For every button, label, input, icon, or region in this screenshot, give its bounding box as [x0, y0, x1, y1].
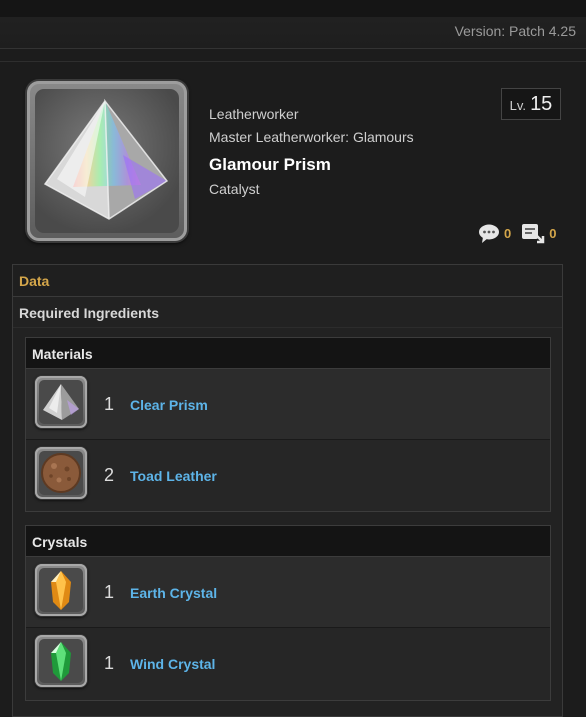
top-strip: [0, 0, 586, 17]
recipe-panel: Data Required Ingredients Materials 1 Cl…: [12, 264, 563, 717]
toad-leather-icon[interactable]: [35, 447, 87, 499]
level-value: 15: [530, 93, 553, 115]
crystals-title: Crystals: [32, 534, 88, 550]
ingredient-link[interactable]: Earth Crystal: [130, 585, 217, 601]
crystals-header: Crystals: [26, 526, 550, 557]
materials-group: Materials 1 Clear Prism 2 Toad Leather: [25, 337, 551, 512]
prism-icon: [27, 81, 187, 241]
item-name: Glamour Prism: [209, 155, 331, 174]
version-label: Version: Patch 4.25: [454, 23, 576, 39]
item-subcategory: Master Leatherworker: Glamours: [209, 129, 414, 145]
wind-crystal-icon[interactable]: [35, 635, 87, 687]
data-section-label: Data: [19, 273, 50, 289]
list-item[interactable]: 1 Earth Crystal: [26, 557, 550, 628]
comments-stat[interactable]: 0: [478, 223, 511, 243]
level-label: Lv.: [509, 98, 527, 113]
clear-prism-icon[interactable]: [35, 376, 87, 428]
ingredient-quantity: 1: [104, 394, 115, 414]
materials-header: Materials: [26, 338, 550, 369]
ingredient-link[interactable]: Clear Prism: [130, 397, 208, 413]
divider: [0, 61, 586, 62]
list-item[interactable]: 1 Wind Crystal: [26, 628, 550, 698]
list-item[interactable]: 2 Toad Leather: [26, 440, 550, 510]
item-header: Leatherworker Master Leatherworker: Glam…: [209, 105, 414, 197]
top-bar: Version: Patch 4.25: [0, 0, 586, 49]
item-stats: 0 0: [478, 222, 566, 244]
item-class: Leatherworker: [209, 106, 299, 122]
ingredient-link[interactable]: Toad Leather: [130, 468, 217, 484]
required-ingredients-header: Required Ingredients: [13, 297, 562, 328]
materials-title: Materials: [32, 346, 93, 362]
earth-crystal-icon[interactable]: [35, 564, 87, 616]
crystals-group: Crystals 1 Earth Crystal 1 Wind Crystal: [25, 525, 551, 701]
level-badge: Lv. 15: [501, 88, 561, 120]
comment-icon: [479, 224, 499, 243]
ingredient-link[interactable]: Wind Crystal: [130, 656, 215, 672]
clips-stat[interactable]: 0: [521, 222, 556, 244]
list-item[interactable]: 1 Clear Prism: [26, 369, 550, 440]
data-section-header[interactable]: Data: [13, 265, 562, 297]
clip-icon: [522, 224, 545, 244]
ingredient-quantity: 1: [104, 653, 115, 673]
comments-count: 0: [504, 225, 512, 241]
ingredient-quantity: 2: [104, 465, 115, 485]
required-ingredients-label: Required Ingredients: [19, 305, 160, 321]
clips-count: 0: [549, 225, 557, 241]
item-category: Catalyst: [209, 181, 260, 197]
ingredient-quantity: 1: [104, 582, 115, 602]
